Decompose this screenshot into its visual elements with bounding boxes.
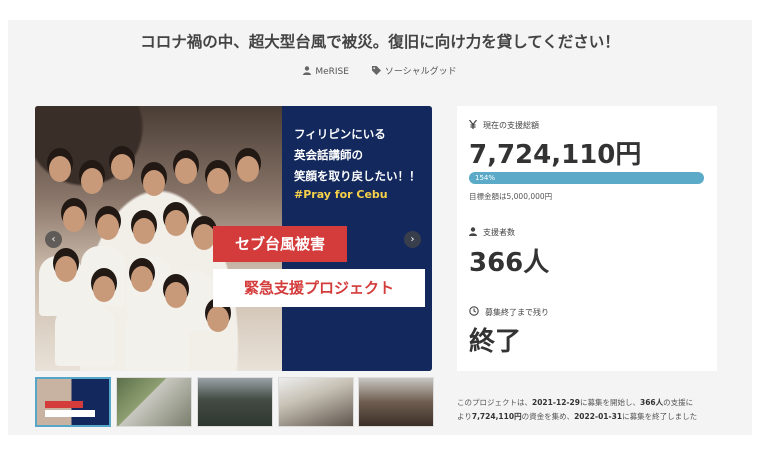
page-title: コロナ禍の中、超大型台風で被災。復旧に向け力を貸してください！ [140, 33, 620, 51]
thumbnail-2[interactable] [116, 377, 192, 427]
thumbnail-strip [35, 377, 434, 427]
thumbnail-4[interactable] [278, 377, 354, 427]
project-page: コロナ禍の中、超大型台風で被災。復旧に向け力を貸してください！ MeRISE ソ… [8, 20, 752, 435]
total-label: 現在の支援総額 [469, 119, 539, 131]
supporters-count: 366人 [469, 248, 550, 278]
project-summary: このプロジェクトは、2021-12-29に募集を開始し、366人の支援に より7… [457, 398, 698, 421]
prev-slide-button[interactable]: ‹ [45, 231, 62, 248]
thumbnail-3[interactable] [197, 377, 273, 427]
author-link[interactable]: MeRISE [303, 66, 351, 77]
category-name: ソーシャルグッド [384, 67, 457, 77]
hero-image: フィリピンにいる 英会話講師の 笑顔を取り戻したい！！ #Pray for Ce… [35, 106, 432, 371]
hero-hashtag: #Pray for Cebu [294, 188, 388, 201]
category-link[interactable]: ソーシャルグッド [371, 66, 457, 77]
tag-icon [371, 66, 381, 75]
author-name: MeRISE [315, 67, 349, 77]
project-meta: MeRISE ソーシャルグッド [8, 64, 752, 77]
total-amount: 7,724,110円 [469, 140, 642, 170]
user-icon [303, 66, 312, 75]
goal-amount: 目標金額は5,000,000円 [469, 192, 553, 201]
hero-banner-red: セブ台風被害 [213, 226, 347, 262]
user-icon [469, 227, 477, 236]
next-slide-button[interactable]: › [404, 231, 421, 248]
hero-banner-white: 緊急支援プロジェクト [213, 269, 425, 307]
clock-icon [469, 306, 479, 316]
thumbnail-1[interactable] [35, 377, 111, 427]
supporters-label: 支援者数 [469, 227, 515, 238]
hero-copy: フィリピンにいる 英会話講師の 笑顔を取り戻したい！！ [294, 127, 421, 183]
progress-label: 154% [475, 174, 496, 182]
yen-icon [469, 119, 477, 129]
stats-card: 現在の支援総額 7,724,110円 154% 目標金額は5,000,000円 … [457, 106, 717, 371]
progress-bar: 154% [469, 172, 704, 184]
thumbnail-5[interactable] [358, 377, 434, 427]
remaining-status: 終了 [469, 327, 522, 357]
remaining-label: 募集終了まで残り [469, 306, 549, 318]
